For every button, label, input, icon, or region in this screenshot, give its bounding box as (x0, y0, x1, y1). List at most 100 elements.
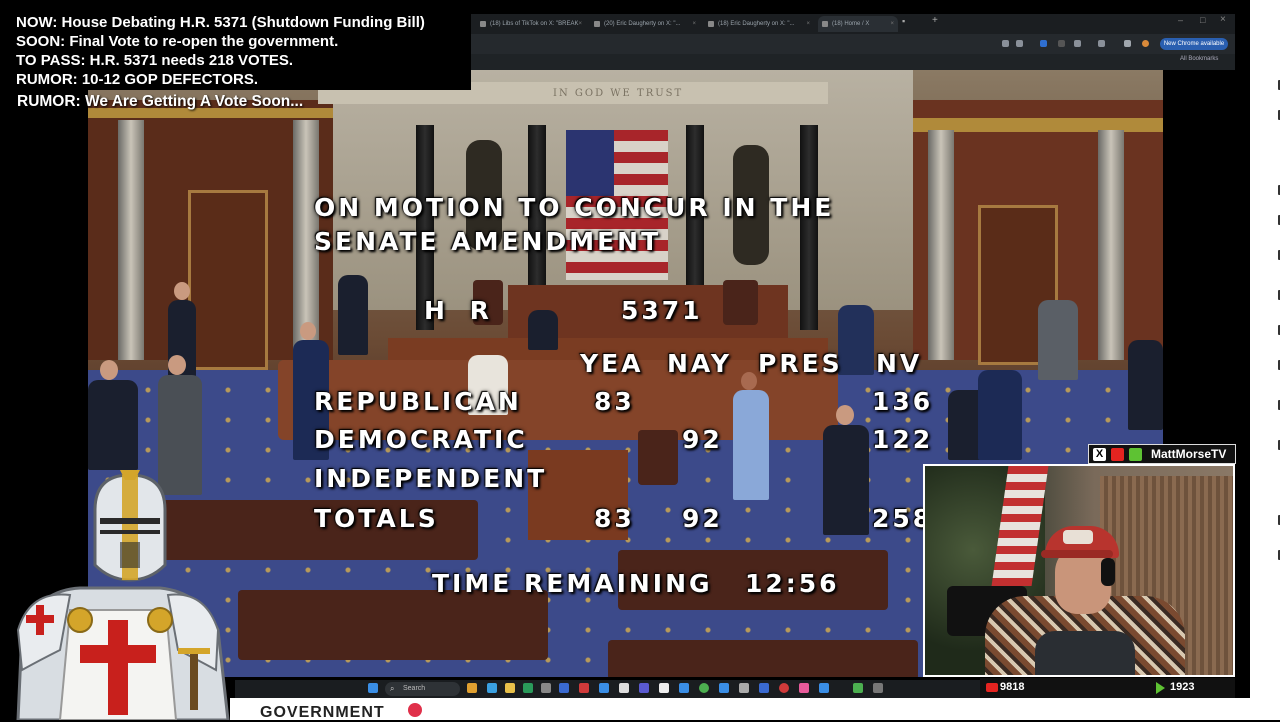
browser-tab[interactable]: (18) Eric Daugherty on X: "... × (704, 16, 814, 32)
taskbar-app-icon[interactable] (819, 683, 829, 693)
motion-line-2: SENATE AMENDMENT (314, 227, 662, 256)
motion-line-1: ON MOTION TO CONCUR IN THE (314, 193, 835, 222)
person (838, 305, 874, 375)
x-logo-icon (708, 21, 714, 27)
taskbar-app-icon[interactable] (739, 683, 749, 693)
x-logo-icon (822, 21, 828, 27)
taskbar-app-icon[interactable] (599, 683, 609, 693)
streamer-webcam (923, 464, 1235, 677)
taskbar-app-icon[interactable] (719, 683, 729, 693)
rumble-taskbar-icon[interactable] (853, 683, 863, 693)
person-head (168, 355, 186, 375)
tab-label: (18) Eric Daugherty on X: "... (718, 21, 795, 27)
browser-tab-active[interactable]: (18) Home / X × (818, 16, 898, 32)
taskbar-app-icon[interactable] (679, 683, 689, 693)
side-panel (1250, 0, 1280, 720)
header-nay: NAY (667, 349, 732, 378)
bill-prefix: H R (424, 296, 497, 325)
taskbar-app-icon[interactable] (799, 683, 809, 693)
person (338, 275, 368, 355)
webcam-headphone (1101, 558, 1115, 586)
browser-tab[interactable]: (18) Libs of TikTok on X: "BREAK × (476, 16, 586, 32)
ticker-rumor-vote: RUMOR: We Are Getting A Vote Soon... (17, 93, 304, 110)
close-window-icon[interactable]: × (1220, 14, 1226, 25)
x-logo-icon: X (1093, 448, 1106, 461)
marble-column (928, 130, 954, 360)
leather-chair (723, 280, 758, 325)
taskbar-app-icon[interactable] (579, 683, 589, 693)
search-icon: ⌕ (390, 684, 395, 693)
viewer-stats-bar: 9818 1923 (980, 678, 1235, 698)
member-bench (238, 590, 548, 660)
taskbar-app-icon[interactable] (619, 683, 629, 693)
ticker-now: NOW: House Debating H.R. 5371 (Shutdown … (16, 14, 425, 31)
taskbar-app-icon[interactable] (873, 683, 883, 693)
sidebar-icon[interactable] (1124, 40, 1131, 47)
person-head (836, 405, 854, 425)
chrome-update-button[interactable]: New Chrome available (1160, 38, 1228, 50)
new-tab-icon[interactable]: + (932, 15, 938, 26)
taskbar-app-icon[interactable] (639, 683, 649, 693)
browser-tab-bar: (18) Libs of TikTok on X: "BREAK × (20) E… (470, 14, 1235, 34)
extension-icon[interactable] (1040, 40, 1047, 47)
republican-nv: 136 (872, 387, 934, 416)
puzzle-icon[interactable] (1098, 40, 1105, 47)
extension-icon[interactable] (1074, 40, 1081, 47)
bill-number: 5371 (621, 296, 703, 325)
close-icon[interactable]: × (890, 16, 894, 32)
taskbar-search-box[interactable]: ⌕ Search (385, 682, 460, 696)
taskbar-app-icon[interactable] (659, 683, 669, 693)
ticker-soon: SOON: Final Vote to re-open the governme… (16, 33, 339, 50)
chrome-icon[interactable] (699, 683, 709, 693)
close-icon[interactable]: × (692, 16, 696, 32)
bookmarks-bar (470, 54, 1235, 70)
taskbar-app-icon[interactable] (541, 683, 551, 693)
motto-text: IN GOD WE TRUST (553, 88, 684, 99)
browser-tab[interactable]: (20) Eric Daugherty on X: "... × (590, 16, 700, 32)
row-party-republican: REPUBLICAN (314, 387, 522, 416)
person (88, 380, 138, 470)
marble-column (118, 120, 144, 360)
close-icon[interactable]: × (806, 16, 810, 32)
person (978, 370, 1022, 460)
windows-start-icon[interactable] (368, 683, 378, 693)
all-bookmarks-link[interactable]: All Bookmarks (1180, 56, 1218, 62)
rumble-icon (1129, 448, 1142, 461)
row-party-democratic: DEMOCRATIC (314, 425, 528, 454)
person-head (100, 360, 118, 380)
maximize-icon[interactable]: □ (1200, 15, 1205, 25)
taskbar-app-icon[interactable] (559, 683, 569, 693)
time-remaining-label: TIME REMAINING (432, 569, 713, 598)
profile-avatar[interactable] (1142, 40, 1149, 47)
rumble-icon (1156, 682, 1165, 694)
minimize-icon[interactable]: – (1178, 15, 1183, 25)
taskbar-app-icon[interactable] (759, 683, 769, 693)
democratic-nay: 92 (682, 425, 723, 454)
marble-column (1098, 130, 1124, 360)
chamber-door (188, 190, 268, 370)
crusader-knight-mascot (16, 470, 230, 720)
tab-label: (18) Libs of TikTok on X: "BREAK (490, 21, 579, 27)
taskbar-app-icon[interactable] (487, 683, 497, 693)
webcam-cap-front (1063, 530, 1093, 544)
close-icon[interactable]: × (578, 16, 582, 32)
tab-list-icon[interactable]: ▪ (902, 16, 905, 26)
ticker-to-pass: TO PASS: H.R. 5371 needs 218 VOTES. (16, 52, 294, 69)
rumble-viewer-count: 1923 (1170, 681, 1195, 693)
taskbar-app-icon[interactable] (523, 683, 533, 693)
time-remaining-value: 12:56 (745, 569, 840, 598)
bookmark-star-icon[interactable] (1016, 40, 1023, 47)
header-yea: YEA (580, 349, 644, 378)
browser-toolbar (470, 34, 1235, 54)
taskbar-app-icon[interactable] (779, 683, 789, 693)
folder-icon[interactable] (505, 683, 515, 693)
person (823, 425, 869, 535)
taskbar-app-icon[interactable] (467, 683, 477, 693)
zoom-icon[interactable] (1002, 40, 1009, 47)
extension-icon[interactable] (1058, 40, 1065, 47)
tab-label: (18) Home / X (832, 21, 870, 27)
header-nv: NV (876, 349, 923, 378)
row-party-totals: TOTALS (314, 504, 439, 533)
person (1038, 300, 1078, 380)
webcam-cap-brim (1041, 550, 1113, 558)
